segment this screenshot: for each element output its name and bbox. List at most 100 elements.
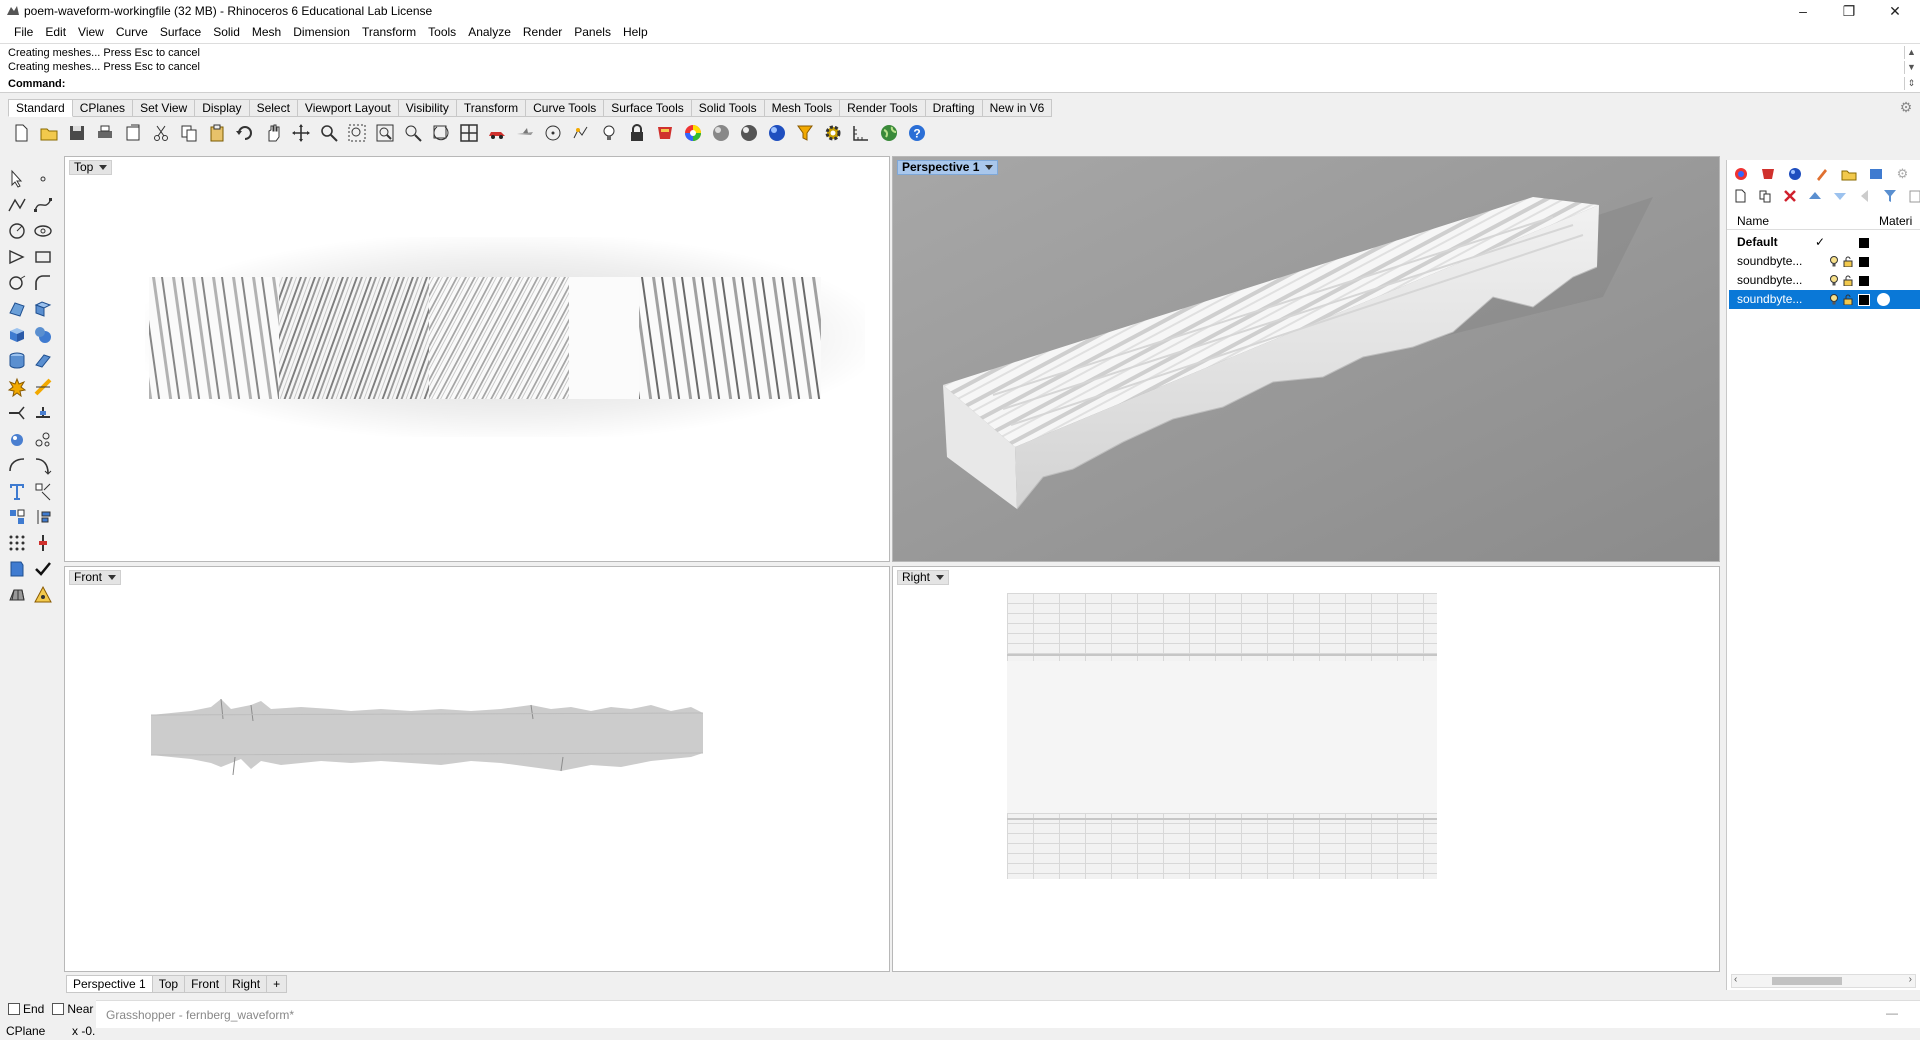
tab-front[interactable]: Front — [185, 975, 227, 993]
tab-standard[interactable]: Standard — [8, 99, 73, 117]
properties-tab-icon[interactable] — [1781, 164, 1808, 184]
new-sublayer-icon[interactable] — [1752, 186, 1777, 206]
minimize-button[interactable]: – — [1780, 0, 1826, 22]
move-layer-left-icon[interactable] — [1852, 186, 1877, 206]
align-icon[interactable] — [30, 504, 56, 530]
command-input[interactable] — [70, 77, 1900, 92]
select-arrow-icon[interactable] — [4, 166, 30, 192]
render-icon[interactable] — [764, 120, 790, 146]
display-tab-icon[interactable] — [1808, 164, 1835, 184]
lightbulb-icon[interactable] — [1829, 256, 1839, 267]
lightbulb-icon[interactable] — [1829, 294, 1839, 305]
polygon-icon[interactable] — [4, 244, 30, 270]
current-layer-check-icon[interactable]: ✓ — [1815, 233, 1825, 252]
filter-icon[interactable] — [792, 120, 818, 146]
print-icon[interactable] — [92, 120, 118, 146]
close-button[interactable]: ✕ — [1872, 0, 1918, 22]
layer-color-swatch[interactable] — [1858, 294, 1870, 306]
toolbar-settings-gear-icon[interactable]: ⚙ — [1898, 99, 1914, 115]
pan-icon[interactable] — [260, 120, 286, 146]
layer-color-swatch[interactable] — [1859, 257, 1869, 267]
text-icon[interactable] — [4, 478, 30, 504]
panel-settings-gear-icon[interactable]: ⚙ — [1889, 164, 1916, 184]
menu-surface[interactable]: Surface — [154, 22, 207, 43]
scroll-up-icon[interactable]: ▲ — [1904, 46, 1918, 59]
tab-perspective-1[interactable]: Perspective 1 — [66, 975, 153, 993]
tab-right[interactable]: Right — [226, 975, 268, 993]
cylinder-icon[interactable] — [4, 348, 30, 374]
circle-icon[interactable] — [540, 120, 566, 146]
unlock-icon[interactable] — [1843, 294, 1853, 305]
plane-icon[interactable] — [512, 120, 538, 146]
fillet-icon[interactable] — [30, 270, 56, 296]
files-tab-icon[interactable] — [1835, 164, 1862, 184]
tab-render-tools[interactable]: Render Tools — [840, 99, 926, 117]
help-icon[interactable]: ? — [904, 120, 930, 146]
layers-horizontal-scrollbar[interactable]: ‹ › — [1731, 974, 1916, 988]
polyline-icon[interactable] — [4, 192, 30, 218]
color-wheel-icon[interactable] — [680, 120, 706, 146]
zoom-icon[interactable] — [316, 120, 342, 146]
move-layer-down-icon[interactable] — [1827, 186, 1852, 206]
tab-visibility[interactable]: Visibility — [398, 99, 457, 117]
chevron-down-icon[interactable] — [985, 165, 994, 170]
layer-options-icon[interactable] — [1902, 186, 1920, 206]
rotate-view-icon[interactable] — [428, 120, 454, 146]
tab-viewport-layout[interactable]: Viewport Layout — [297, 99, 399, 117]
grasshopper-minimize-button[interactable]: — — [1886, 1006, 1898, 1020]
tab-surface-tools[interactable]: Surface Tools — [604, 99, 692, 117]
move-icon[interactable] — [30, 426, 56, 452]
rotate-icon[interactable] — [4, 452, 30, 478]
globe-icon[interactable] — [876, 120, 902, 146]
tab-set-view[interactable]: Set View — [133, 99, 196, 117]
viewport-label-top[interactable]: Top — [69, 160, 113, 175]
analyze-icon[interactable] — [4, 556, 30, 582]
open-icon[interactable] — [36, 120, 62, 146]
layer-row[interactable]: soundbyte... — [1729, 271, 1920, 290]
menu-view[interactable]: View — [72, 22, 110, 43]
viewport-label-front[interactable]: Front — [69, 570, 122, 585]
menu-file[interactable]: File — [8, 22, 39, 43]
layer-row-default[interactable]: Default ✓ — [1729, 233, 1920, 252]
zoom-window-icon[interactable] — [344, 120, 370, 146]
layer-color-swatch[interactable] — [1859, 238, 1869, 248]
menu-solid[interactable]: Solid — [207, 22, 246, 43]
boolean-icon[interactable] — [30, 348, 56, 374]
materials-tab-icon[interactable] — [1754, 164, 1781, 184]
delete-layer-icon[interactable] — [1777, 186, 1802, 206]
menu-tools[interactable]: Tools — [422, 22, 462, 43]
explode-icon[interactable] — [4, 374, 30, 400]
unlock-icon[interactable] — [1843, 275, 1853, 286]
circle-icon[interactable] — [4, 218, 30, 244]
join-icon[interactable] — [30, 400, 56, 426]
car-icon[interactable] — [484, 120, 510, 146]
tab-cplanes[interactable]: CPlanes — [72, 99, 134, 117]
osnap-near[interactable]: Near — [52, 1002, 93, 1016]
column-name[interactable]: Name — [1737, 214, 1769, 228]
restore-button[interactable]: ❐ — [1826, 0, 1872, 22]
extrude-icon[interactable] — [30, 296, 56, 322]
cut-icon[interactable] — [148, 120, 174, 146]
four-viewports-icon[interactable] — [456, 120, 482, 146]
scroll-down-icon[interactable]: ▼ — [1904, 61, 1918, 74]
paste-icon[interactable] — [204, 120, 230, 146]
material-swatch[interactable] — [1877, 293, 1890, 306]
settings-icon[interactable] — [820, 120, 846, 146]
box-icon[interactable] — [4, 322, 30, 348]
lock-icon[interactable] — [624, 120, 650, 146]
menu-dimension[interactable]: Dimension — [287, 22, 356, 43]
tab-transform[interactable]: Transform — [456, 99, 527, 117]
layer-color-swatch[interactable] — [1859, 276, 1869, 286]
menu-transform[interactable]: Transform — [356, 22, 422, 43]
menu-panels[interactable]: Panels — [568, 22, 617, 43]
render-tools-icon[interactable] — [30, 582, 56, 608]
menu-edit[interactable]: Edit — [39, 22, 72, 43]
add-viewport-tab-icon[interactable]: + — [267, 975, 288, 993]
tab-display[interactable]: Display — [195, 99, 250, 117]
trim-icon[interactable] — [30, 374, 56, 400]
mirror-icon[interactable] — [4, 530, 30, 556]
menu-curve[interactable]: Curve — [110, 22, 154, 43]
layer-row[interactable]: soundbyte... — [1729, 252, 1920, 271]
viewport-perspective[interactable]: Perspective 1 — [892, 156, 1720, 562]
rectangle-icon[interactable] — [30, 244, 56, 270]
